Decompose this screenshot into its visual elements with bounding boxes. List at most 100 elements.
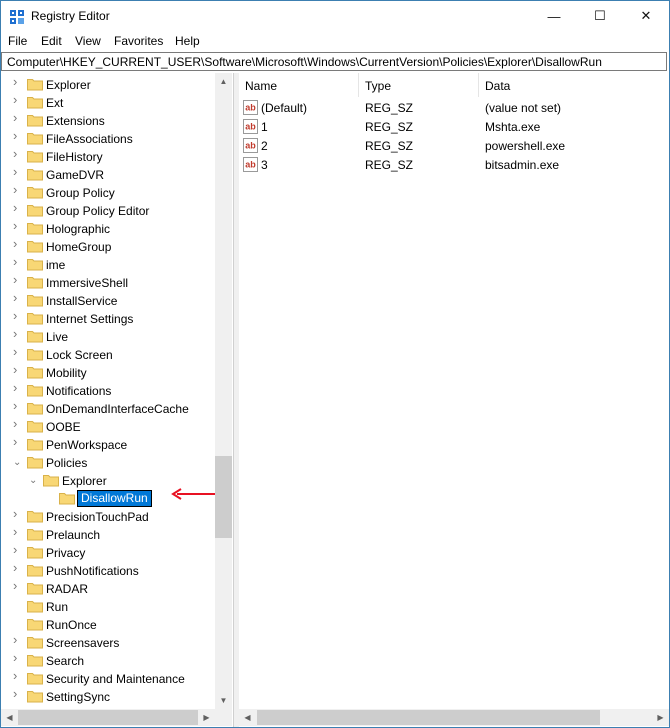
chevron-right-icon[interactable]: › xyxy=(13,399,21,412)
chevron-right-icon[interactable]: › xyxy=(13,669,21,682)
tree-hscroll-thumb[interactable] xyxy=(18,710,198,725)
tree-item[interactable]: › FileHistory xyxy=(1,147,216,166)
chevron-right-icon[interactable]: › xyxy=(13,129,21,142)
chevron-right-icon[interactable]: › xyxy=(13,219,21,232)
column-header-data[interactable]: Data xyxy=(479,73,669,97)
tree-item[interactable]: › Explorer xyxy=(1,75,216,94)
maximize-button[interactable]: ☐ xyxy=(577,1,623,31)
chevron-right-icon[interactable]: › xyxy=(13,273,21,286)
tree-item[interactable]: › FileAssociations xyxy=(1,129,216,148)
scroll-right-arrow-icon[interactable]: ▶ xyxy=(198,709,215,726)
chevron-right-icon[interactable]: › xyxy=(13,183,21,196)
tree-item[interactable]: › Extensions xyxy=(1,111,216,130)
column-header-type[interactable]: Type xyxy=(359,73,479,97)
chevron-right-icon[interactable]: › xyxy=(13,309,21,322)
chevron-right-icon[interactable]: › xyxy=(13,237,21,250)
chevron-down-icon[interactable]: ⌄ xyxy=(29,476,37,486)
tree-item[interactable]: › Group Policy Editor xyxy=(1,201,216,220)
tree-item[interactable]: › Notifications xyxy=(1,381,216,400)
tree-item[interactable]: › ime xyxy=(1,255,216,274)
tree-item[interactable]: › RADAR xyxy=(1,579,216,598)
tree-item[interactable]: › Screensavers xyxy=(1,633,216,652)
tree-item[interactable]: › OnDemandInterfaceCache xyxy=(1,399,216,418)
chevron-right-icon[interactable]: › xyxy=(13,561,21,574)
chevron-right-icon[interactable]: › xyxy=(13,345,21,358)
chevron-right-icon[interactable]: › xyxy=(13,579,21,592)
tree-item[interactable]: › Internet Settings xyxy=(1,309,216,328)
folder-icon xyxy=(27,600,43,613)
chevron-right-icon[interactable]: › xyxy=(13,363,21,376)
chevron-right-icon[interactable]: › xyxy=(13,687,21,700)
tree-item[interactable]: › InstallService xyxy=(1,291,216,310)
chevron-down-icon[interactable]: ⌄ xyxy=(13,458,21,468)
tree-vertical-scrollbar[interactable] xyxy=(215,73,232,709)
folder-icon xyxy=(27,456,43,469)
chevron-right-icon[interactable]: › xyxy=(13,651,21,664)
chevron-right-icon[interactable]: › xyxy=(13,147,21,160)
tree-scroll-thumb[interactable] xyxy=(215,456,232,538)
folder-icon xyxy=(27,168,43,181)
chevron-right-icon[interactable]: › xyxy=(13,417,21,430)
chevron-right-icon[interactable]: › xyxy=(13,165,21,178)
tree-item[interactable]: › Lock Screen xyxy=(1,345,216,364)
close-button[interactable]: ✕ xyxy=(623,1,669,31)
menu-edit[interactable]: Edit xyxy=(41,34,62,48)
chevron-right-icon[interactable]: › xyxy=(13,507,21,520)
tree-item[interactable]: › Holographic xyxy=(1,219,216,238)
tree-item[interactable]: › PrecisionTouchPad xyxy=(1,507,216,526)
tree-item[interactable]: › Privacy xyxy=(1,543,216,562)
tree-item[interactable]: › Prelaunch xyxy=(1,525,216,544)
table-row[interactable]: ab (Default) REG_SZ (value not set) xyxy=(239,99,669,117)
tree-item[interactable]: › OOBE xyxy=(1,417,216,436)
tree-item[interactable]: › PenWorkspace xyxy=(1,435,216,454)
scroll-down-arrow-icon[interactable]: ▼ xyxy=(215,692,232,709)
chevron-right-icon[interactable]: › xyxy=(13,93,21,106)
table-row[interactable]: ab 3 REG_SZ bitsadmin.exe xyxy=(239,156,669,174)
tree-item[interactable]: › Group Policy xyxy=(1,183,216,202)
table-row[interactable]: ab 2 REG_SZ powershell.exe xyxy=(239,137,669,155)
chevron-right-icon[interactable]: › xyxy=(13,327,21,340)
tree-item[interactable]: › PushNotifications xyxy=(1,561,216,580)
scroll-left-arrow-icon[interactable]: ◀ xyxy=(1,709,18,726)
chevron-right-icon[interactable]: › xyxy=(13,633,21,646)
table-row[interactable]: ab 1 REG_SZ Mshta.exe xyxy=(239,118,669,136)
tree-item[interactable]: › Mobility xyxy=(1,363,216,382)
tree-item[interactable]: RunOnce xyxy=(1,616,216,634)
chevron-right-icon[interactable]: › xyxy=(13,525,21,538)
tree-item[interactable]: › Search xyxy=(1,651,216,670)
chevron-right-icon[interactable]: › xyxy=(13,543,21,556)
tree-item[interactable]: › ImmersiveShell xyxy=(1,273,216,292)
list-hscroll-thumb[interactable] xyxy=(257,710,600,725)
list-scroll-right-arrow-icon[interactable]: ▶ xyxy=(652,709,669,726)
tree-item[interactable]: Run xyxy=(1,598,216,616)
tree-item-label: Group Policy Editor xyxy=(46,204,150,218)
chevron-right-icon[interactable]: › xyxy=(13,291,21,304)
tree-item[interactable]: › GameDVR xyxy=(1,165,216,184)
list-scroll-left-arrow-icon[interactable]: ◀ xyxy=(239,709,256,726)
tree-item[interactable]: › Security and Maintenance xyxy=(1,669,216,688)
cell-type: REG_SZ xyxy=(365,139,414,153)
tree-item[interactable]: › Ext xyxy=(1,93,216,112)
svg-text:ab: ab xyxy=(245,160,256,170)
scroll-up-arrow-icon[interactable]: ▲ xyxy=(215,73,232,90)
tree-item[interactable]: ⌄ Policies xyxy=(1,454,216,472)
chevron-right-icon[interactable]: › xyxy=(13,381,21,394)
menu-help[interactable]: Help xyxy=(175,34,200,48)
cell-type: REG_SZ xyxy=(365,101,414,115)
chevron-right-icon[interactable]: › xyxy=(13,201,21,214)
minimize-button[interactable]: — xyxy=(531,1,577,31)
tree-item[interactable]: › SettingSync xyxy=(1,687,216,706)
menu-favorites[interactable]: Favorites xyxy=(114,34,163,48)
chevron-right-icon[interactable]: › xyxy=(13,111,21,124)
tree-item[interactable]: › Live xyxy=(1,327,216,346)
chevron-right-icon[interactable]: › xyxy=(13,435,21,448)
column-header-name[interactable]: Name xyxy=(239,73,359,97)
menu-file[interactable]: File xyxy=(8,34,27,48)
menu-bar: File Edit View Favorites Help xyxy=(1,31,669,51)
tree-item[interactable]: › HomeGroup xyxy=(1,237,216,256)
menu-view[interactable]: View xyxy=(75,34,101,48)
chevron-right-icon[interactable]: › xyxy=(13,255,21,268)
chevron-right-icon[interactable]: › xyxy=(13,75,21,88)
address-bar[interactable]: Computer\HKEY_CURRENT_USER\Software\Micr… xyxy=(1,52,667,71)
folder-icon xyxy=(27,438,43,451)
